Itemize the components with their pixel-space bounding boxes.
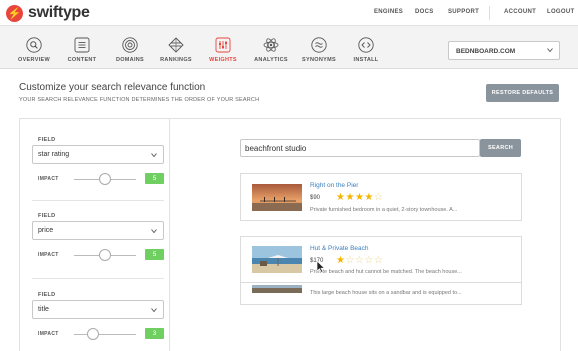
nav-label: INSTALL [353,57,379,63]
star-filled-icon: ★ [364,192,374,203]
star-rating: ★☆☆☆☆ [336,256,383,266]
result-card[interactable]: Right on the Pier $90 ★★★★☆ Private furn… [240,173,522,221]
search-input[interactable]: beachfront studio [240,139,480,157]
star-empty-icon: ☆ [373,255,384,266]
result-card[interactable]: Hut & Private Beach $170 ★☆☆☆☆ Private b… [240,236,522,305]
atom-icon [263,38,279,52]
field-star-rating: FIELD star rating IMPACT 5 [32,137,164,185]
chevron-down-icon [151,229,157,234]
impact-label: IMPACT [38,176,59,182]
chevron-down-icon [547,48,553,53]
field-label: FIELD [38,137,56,143]
logo[interactable]: ⚡ swiftype [6,4,90,22]
field-select-value: title [38,306,49,313]
divider [32,200,164,201]
chevron-down-icon [151,153,157,158]
result-description: Private furnished bedroom in a quiet, 2-… [310,207,458,213]
star-rating: ★★★★☆ [336,193,383,203]
result-title[interactable]: Right on the Pier [310,182,358,189]
nav-rankings[interactable]: RANKINGS [151,37,201,63]
star-empty-icon: ☆ [354,255,365,266]
nav-label: OVERVIEW [18,57,50,63]
nav-analytics[interactable]: ANALYTICS [246,37,296,63]
beach-house-thumbnail [252,285,302,293]
pier-sunset-thumbnail [252,184,302,211]
nav-content[interactable]: CONTENT [57,37,107,63]
nav-overview[interactable]: OVERVIEW [9,37,59,63]
nav-synonyms[interactable]: SYNONYMS [294,37,344,63]
docs-link[interactable]: DOCS [415,9,434,15]
divider [32,278,164,279]
equivalence-icon [311,37,327,53]
domain-select-value: BEDNBOARD.COM [456,48,516,55]
card-divider [241,282,521,283]
account-link[interactable]: ACCOUNT [504,9,536,15]
field-title: FIELD title IMPACT 3 [32,292,164,340]
slider-thumb[interactable] [86,328,99,340]
app-name: swiftype [28,4,90,21]
impact-value-badge: 5 [145,249,164,260]
support-link[interactable]: SUPPORT [448,9,479,15]
impact-row: IMPACT 5 [32,173,164,185]
restore-defaults-button[interactable]: RESTORE DEFAULTS [486,84,559,102]
target-icon [122,37,138,53]
slider-thumb[interactable] [99,249,111,261]
nav-domains[interactable]: DOMAINS [105,37,155,63]
code-icon [358,37,374,53]
nav-label: ANALYTICS [254,57,288,63]
field-select[interactable]: star rating [32,145,164,164]
slider-thumb[interactable] [99,173,111,185]
page-title: Customize your search relevance function [19,82,206,93]
field-select[interactable]: price [32,221,164,240]
field-label: FIELD [38,213,56,219]
field-select[interactable]: title [32,300,164,319]
field-label: FIELD [38,292,56,298]
nav-label: WEIGHTS [209,57,237,63]
top-separator [489,6,490,20]
field-price: FIELD price IMPACT 5 [32,213,164,261]
sliders-icon [215,37,231,53]
star-empty-icon: ☆ [364,255,374,266]
logout-link[interactable]: LOGOUT [547,9,574,15]
impact-label: IMPACT [38,331,59,337]
nav-label: DOMAINS [115,57,145,63]
star-empty-icon: ☆ [345,255,355,266]
engines-link[interactable]: ENGINES [374,9,403,15]
result-description: Private beach and hut cannot be matched.… [310,269,462,275]
nav-label: SYNONYMS [302,57,336,63]
nav-weights[interactable]: WEIGHTS [198,37,248,63]
result-description: This large beach house sits on a sandbar… [310,290,462,296]
mouse-cursor-icon [316,261,325,273]
star-filled-icon: ★ [345,192,355,203]
impact-slider[interactable] [74,249,136,261]
search-icon [26,37,42,53]
nav-install[interactable]: INSTALL [341,37,391,63]
impact-row: IMPACT 5 [32,249,164,261]
impact-slider[interactable] [74,173,136,185]
nav-label: RANKINGS [160,57,192,63]
impact-label: IMPACT [38,252,59,258]
field-select-value: star rating [38,151,70,158]
lightning-logo-icon: ⚡ [6,4,23,22]
impact-slider[interactable] [74,328,136,340]
document-icon [74,37,90,53]
top-bar: ⚡ swiftype ENGINES DOCS SUPPORT ACCOUNT … [0,0,578,26]
page-subtitle: YOUR SEARCH RELEVANCE FUNCTION DETERMINE… [19,97,260,103]
domain-select[interactable]: BEDNBOARD.COM [448,41,560,60]
layers-icon [168,37,184,53]
result-price: $90 [310,195,321,201]
search-button[interactable]: SEARCH [480,139,521,157]
result-title[interactable]: Hut & Private Beach [310,245,369,252]
chevron-down-icon [151,308,157,313]
star-filled-icon: ★ [354,192,365,203]
nav-label: CONTENT [67,57,97,63]
impact-value-badge: 3 [145,328,164,339]
star-empty-icon: ☆ [373,192,384,203]
impact-row: IMPACT 3 [32,328,164,340]
field-select-value: price [38,227,54,234]
beach-hut-thumbnail [252,246,302,273]
impact-value-badge: 5 [145,173,164,184]
